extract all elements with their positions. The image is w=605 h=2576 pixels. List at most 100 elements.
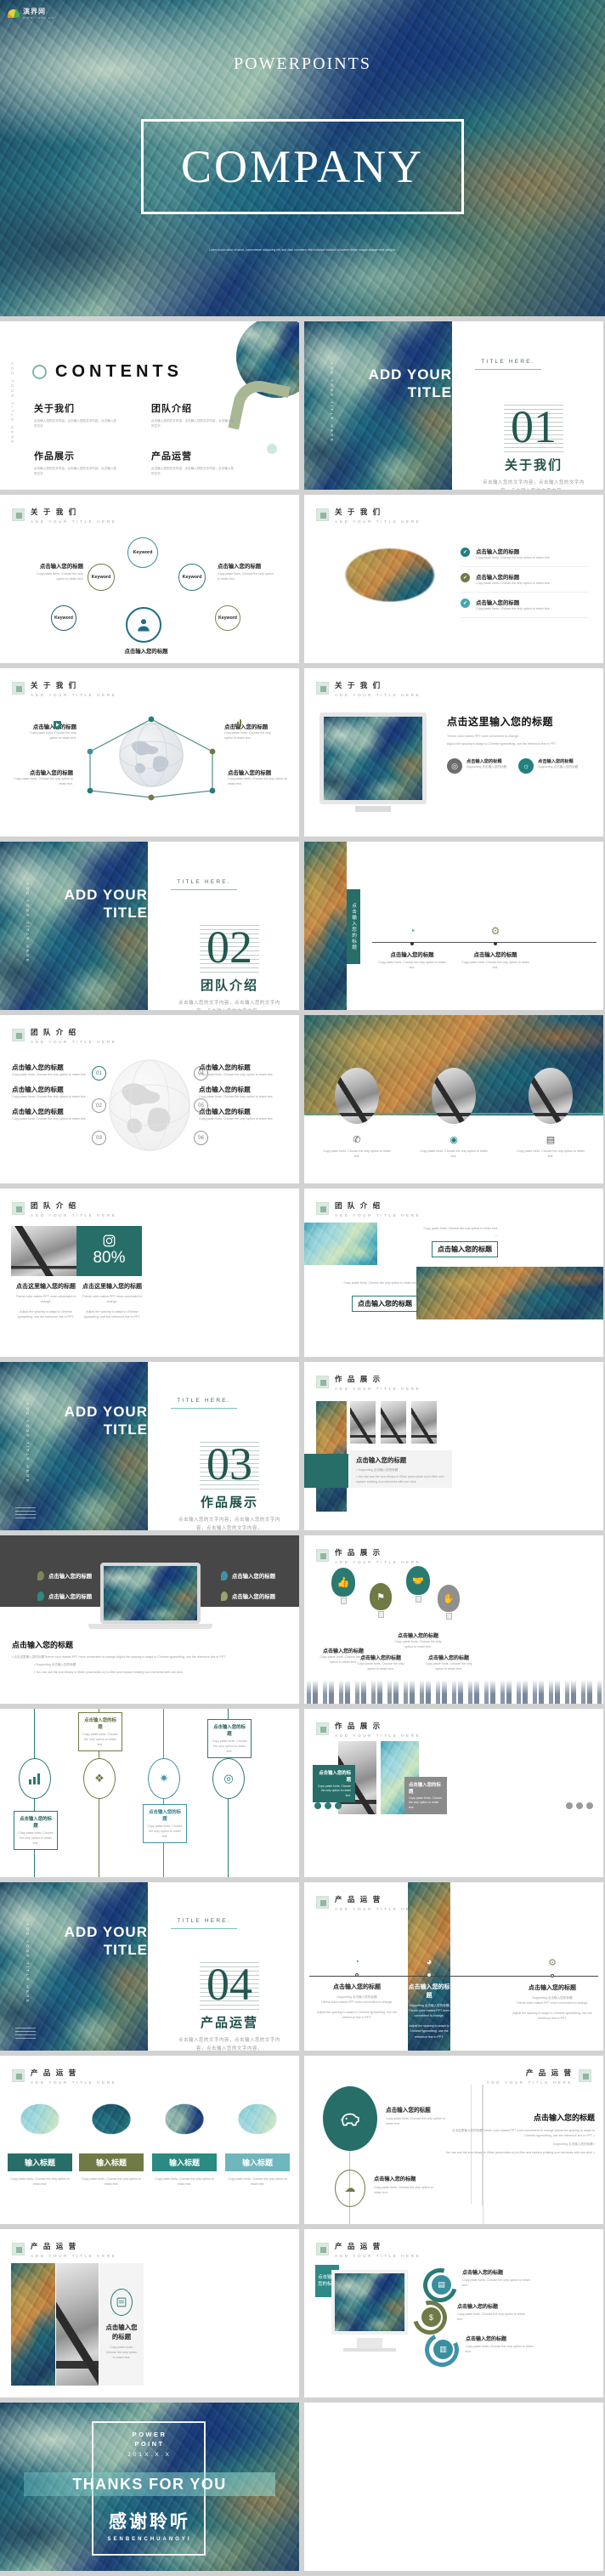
works-image-2[interactable] xyxy=(381,1401,406,1444)
works-card-label-1[interactable]: 点击输入您的标题 Copy paste fonts. Choose the on… xyxy=(313,1765,355,1803)
slide-section-01[interactable]: ADD YOUR TITLE HERE ADD YOUR TITLE TITLE… xyxy=(304,321,603,490)
dot-icon-2[interactable] xyxy=(325,1802,331,1809)
works-tag-tr[interactable]: 点击输入您的标题 xyxy=(220,1571,275,1580)
checklist-item[interactable]: ✔ 点击输入您的标题 Copy paste fonts. Choose the … xyxy=(461,567,588,593)
zigzag-node-1[interactable] xyxy=(19,1758,51,1799)
dot-icon-6[interactable] xyxy=(586,1802,593,1809)
team-portrait-2[interactable] xyxy=(432,1068,476,1124)
slide-about-monitor[interactable]: 关 于 我 们 ADD YOUR TITLE HERE 点击这里输入您的标题 T… xyxy=(304,668,603,837)
product-circle-1[interactable] xyxy=(323,2086,377,2151)
slide-section-04[interactable]: ADD YOUR TITLE HERE ADD YOUR TITLE TITLE… xyxy=(0,1882,299,2051)
piggy-bank-icon xyxy=(341,2113,359,2126)
slide-team-map[interactable]: 团 队 介 绍 ADD YOUR TITLE HERE 点击输入您的标题 Cop… xyxy=(0,1015,299,1183)
balloon-item-4[interactable]: ✋ 点击输入您的标题 Copy paste fonts. Choose the … xyxy=(425,1585,472,1671)
dot-icon-5[interactable] xyxy=(576,1802,583,1809)
works-tag-bl[interactable]: 点击输入您的标题 xyxy=(37,1592,92,1601)
slide-about-globe[interactable]: 关 于 我 们 ADD YOUR TITLE HERE 点击输入您的标题 Cop… xyxy=(0,668,299,837)
triptych-image-1[interactable] xyxy=(11,2263,55,2386)
product-col-2[interactable]: ◕ 点击输入您的标题 Supporting 点击输入您的标题 Theme col… xyxy=(408,1957,450,2040)
stat-caption-line2: Adjust the spacing to adapt to Chinese t… xyxy=(83,1310,141,1319)
splash-item-1[interactable]: 输入标题 Copy paste fonts. Choose the only o… xyxy=(7,2095,73,2187)
triptych-image-2[interactable] xyxy=(56,2263,99,2386)
team-item[interactable]: 点击输入您的标题 Copy paste fonts. Choose the on… xyxy=(199,1107,292,1121)
zigzag-node-3[interactable]: ✷ xyxy=(148,1758,180,1799)
zigzag-card-3[interactable]: 点击输入您的标题 Copy paste fonts. Choose the on… xyxy=(143,1804,187,1844)
works-tag-br[interactable]: 点击输入您的标题 xyxy=(220,1592,275,1601)
team-portrait-1[interactable] xyxy=(335,1068,379,1124)
splash-item-3[interactable]: 输入标题 Copy paste fonts. Choose the only o… xyxy=(151,2095,218,2187)
contents-item-1[interactable]: 关于我们 点击输入您的文字内容，点击输入您的文字内容，点击输入您的文字 xyxy=(34,401,119,428)
keyword-node-right[interactable]: Keyword xyxy=(178,564,206,591)
team-item-desc: Copy paste fonts. Choose the only option… xyxy=(199,1095,274,1099)
keyword-node-bottom-left[interactable]: Keyword xyxy=(51,605,76,631)
works-image-1[interactable] xyxy=(350,1401,376,1444)
zigzag-card-2[interactable]: 点击输入您的标题 Copy paste fonts. Choose the on… xyxy=(78,1712,122,1752)
team-item[interactable]: 点击输入您的标题 Copy paste fonts. Choose the on… xyxy=(199,1063,292,1077)
section-number: 01 xyxy=(511,401,557,452)
slide-team-timeline[interactable]: 点击输入您的标题 ◔ 点击输入您的标题 Copy paste fonts. Ch… xyxy=(304,842,603,1010)
slide-thanks[interactable]: POWER POINT 201X.X.X THANKS FOR YOU 感谢聆听… xyxy=(0,2403,299,2571)
timeline-point-1[interactable]: ◔ 点击输入您的标题 Copy paste fonts. Choose the … xyxy=(378,925,446,970)
team-item[interactable]: 点击输入您的标题 Copy paste fonts. Choose the on… xyxy=(12,1085,105,1099)
puzzle-icon: ❖ xyxy=(94,1772,105,1784)
timeline-point-2[interactable]: ⚙ 点击输入您的标题 Copy paste fonts. Choose the … xyxy=(461,925,529,970)
dot-icon-4[interactable] xyxy=(566,1802,573,1809)
slide-contents[interactable]: ADD YOUR TITLE HERE CONTENTS 关于我们 点击输入您的… xyxy=(0,321,299,490)
zigzag-card-1[interactable]: 点击输入您的标题 Copy paste fonts. Choose the on… xyxy=(14,1811,58,1851)
splash-item-4[interactable]: 输入标题 Copy paste fonts. Choose the only o… xyxy=(224,2095,291,2187)
zigzag-card-4[interactable]: 点击输入您的标题 Copy paste fonts. Choose the on… xyxy=(207,1719,252,1759)
team-vertical-tab[interactable]: 点击输入您的标题 xyxy=(347,889,360,964)
slide-product-circles[interactable]: 产 品 运 营 ADD YOUR TITLE HERE 点击输入您的标题 Cop… xyxy=(304,2056,603,2224)
team-item[interactable]: 点击输入您的标题 Copy paste fonts. Choose the on… xyxy=(199,1085,292,1099)
header-title: 关 于 我 们 xyxy=(31,508,78,516)
slide-works-cards[interactable]: 作 品 展 示 ADD YOUR TITLE HERE 点击输入您的标题 Cop… xyxy=(304,1709,603,1877)
keyword-node-bottom-right[interactable]: Keyword xyxy=(215,605,240,631)
keyword-node-left[interactable]: Keyword xyxy=(88,564,115,591)
slide-section-02[interactable]: ADD YOUR TITLE HERE ADD YOUR TITLE TITLE… xyxy=(0,842,299,1010)
slide-team-stat[interactable]: 团 队 介 绍 ADD YOUR TITLE HERE 80% 点击这里输入您的… xyxy=(0,1189,299,1357)
product-col-1[interactable]: ◔ 点击输入您的标题 Supporting 点击输入您的标题 Theme col… xyxy=(313,1957,401,2020)
slide-product-splashes[interactable]: 产 品 运 营 ADD YOUR TITLE HERE 输入标题 Copy pa… xyxy=(0,2056,299,2224)
block-title-1[interactable]: 点击输入您的标题 xyxy=(432,1241,498,1258)
works-card-label-2[interactable]: 点击输入您的标题 Copy paste fonts. Choose the on… xyxy=(404,1777,447,1815)
splash-label[interactable]: 输入标题 xyxy=(151,2153,218,2172)
checklist-item[interactable]: ✔ 点击输入您的标题 Copy paste fonts. Choose the … xyxy=(461,548,588,568)
zigzag-node-2[interactable]: ❖ xyxy=(83,1758,116,1799)
slide-works-gallery[interactable]: 作 品 展 示 ADD YOUR TITLE HERE 点击输入您的标题 • S… xyxy=(304,1362,603,1530)
dot-icon-1[interactable] xyxy=(314,1802,321,1809)
team-portrait-3[interactable] xyxy=(529,1068,573,1124)
checklist-item[interactable]: ✔ 点击输入您的标题 Copy paste fonts. Choose the … xyxy=(461,593,588,619)
slide-works-balloons[interactable]: 作 品 展 示 ADD YOUR TITLE HERE 👍 点击输入您的标题 C… xyxy=(304,1535,603,1704)
monitor-feature-1[interactable]: ◎ 点击输入您的标题 Supporting 点击输入您的标题 xyxy=(447,758,506,775)
badge-03: 03 xyxy=(92,1131,106,1145)
monitor-feature-2[interactable]: ☼ 点击输入您的标题 Supporting 点击输入您的标题 xyxy=(518,758,578,775)
works-tag-tl[interactable]: 点击输入您的标题 xyxy=(37,1571,92,1580)
slide-team-portraits[interactable]: ✆ Copy paste fonts. Choose the only opti… xyxy=(304,1015,603,1183)
slide-product-triptych[interactable]: 产 品 运 营 ADD YOUR TITLE HERE 点击输入您的标题 Cop… xyxy=(0,2229,299,2397)
contents-item-2[interactable]: 团队介绍 点击输入您的文字内容，点击输入您的文字内容，点击输入您的文字 xyxy=(151,401,236,428)
zigzag-node-4[interactable]: ◎ xyxy=(212,1758,245,1799)
product-col-3[interactable]: ⚙ 点击输入您的标题 Supporting 点击输入您的标题 Theme col… xyxy=(508,1957,597,2021)
slide-about-checklist[interactable]: 关 于 我 们 ADD YOUR TITLE HERE ✔ 点击输入您的标题 C… xyxy=(304,495,603,663)
slide-works-zigzag[interactable]: 点击输入您的标题 Copy paste fonts. Choose the on… xyxy=(0,1709,299,1877)
block-title-2[interactable]: 点击输入您的标题 xyxy=(352,1296,418,1313)
splash-item-2[interactable]: 输入标题 Copy paste fonts. Choose the only o… xyxy=(78,2095,144,2187)
works-image-3[interactable] xyxy=(411,1401,437,1444)
contents-item-4[interactable]: 产品运营 点击输入您的文字内容，点击输入您的文字内容，点击输入您的文字 xyxy=(151,449,236,476)
dot-icon-3[interactable] xyxy=(335,1802,342,1809)
splash-label[interactable]: 输入标题 xyxy=(78,2153,144,2172)
team-item[interactable]: 点击输入您的标题 Copy paste fonts. Choose the on… xyxy=(12,1107,105,1121)
contents-item-3[interactable]: 作品展示 点击输入您的文字内容，点击输入您的文字内容，点击输入您的文字 xyxy=(34,449,119,476)
slide-works-laptop[interactable]: 点击输入您的标题 点击输入您的标题 点击输入您的标题 点击输入您的标题 点击输入… xyxy=(0,1535,299,1704)
slide-product-rings[interactable]: 产 品 运 营 ADD YOUR TITLE HERE 点击输入您的标题 ▤ 点… xyxy=(304,2229,603,2397)
slide-cover[interactable]: 演界网 WWW.YANJ.CN POWERPOINTS COMPANY Lore… xyxy=(0,0,605,316)
keyword-node-top[interactable]: Keyword xyxy=(127,537,158,568)
header-square-icon xyxy=(579,2069,591,2082)
slide-section-03[interactable]: ADD YOUR TITLE HERE ADD YOUR TITLE TITLE… xyxy=(0,1362,299,1530)
product-circle-2[interactable]: ☁ xyxy=(335,2170,365,2207)
slide-team-blocks[interactable]: 团 队 介 绍 ADD YOUR TITLE HERE Copy paste f… xyxy=(304,1189,603,1357)
splash-label[interactable]: 输入标题 xyxy=(224,2153,291,2172)
splash-label[interactable]: 输入标题 xyxy=(7,2153,73,2172)
slide-about-keywords[interactable]: 关 于 我 们 ADD YOUR TITLE HERE Keyword Keyw… xyxy=(0,495,299,663)
slide-product-columns[interactable]: 产 品 运 营 ADD YOUR TITLE HERE ◔ 点击输入您的标题 S… xyxy=(304,1882,603,2051)
